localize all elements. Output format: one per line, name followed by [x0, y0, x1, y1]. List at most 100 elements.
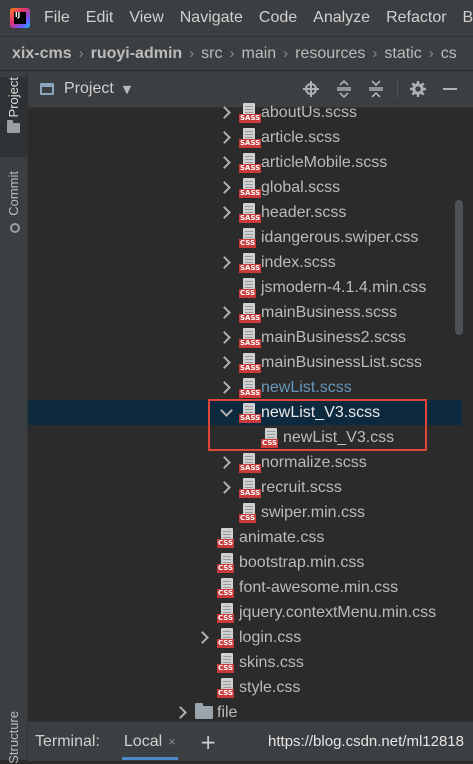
tree-row[interactable]: SASS normalize.scss [28, 450, 462, 475]
css-file-icon: CSS [217, 602, 235, 623]
terminal-label: Terminal: [35, 732, 100, 750]
chevron-right-icon[interactable] [218, 100, 232, 125]
settings-button[interactable] [407, 78, 429, 100]
terminal-tab-local[interactable]: Local × [121, 723, 178, 760]
menu-refactor[interactable]: Refactor [386, 9, 446, 27]
tree-row[interactable]: SASS articleMobile.scss [28, 150, 462, 175]
locate-button[interactable] [300, 78, 322, 100]
sass-file-icon: SASS [239, 402, 262, 423]
menu-navigate[interactable]: Navigate [180, 9, 243, 27]
tree-item-label: swiper.min.css [261, 504, 366, 521]
chevron-right-icon[interactable] [218, 150, 232, 175]
chevron-right-icon[interactable] [174, 700, 188, 720]
menu-view[interactable]: View [129, 9, 163, 27]
tree-row[interactable]: SASS newList.scss [28, 375, 462, 400]
project-view-icon [40, 83, 54, 95]
breadcrumb-item[interactable]: resources [295, 45, 365, 63]
tree-row[interactable]: SASS recruit.scss [28, 475, 462, 500]
menu-build[interactable]: B [463, 9, 473, 27]
tree-row[interactable]: SASS header.scss [28, 200, 462, 225]
chevron-right-icon[interactable] [218, 375, 232, 400]
close-icon[interactable]: × [168, 734, 176, 749]
tree-row[interactable]: CSS login.css [28, 625, 462, 650]
tree-row[interactable]: SASS aboutUs.scss [28, 100, 462, 125]
expand-all-icon [337, 80, 351, 98]
tree-row[interactable]: CSS style.css [28, 675, 462, 700]
menu-code[interactable]: Code [259, 9, 297, 27]
add-terminal-button[interactable]: + [200, 730, 217, 754]
tree-item-label: global.scss [261, 179, 341, 196]
breadcrumb-item[interactable]: static [384, 45, 421, 63]
chevron-right-icon[interactable] [218, 300, 232, 325]
tree-row[interactable]: SASS mainBusinessList.scss [28, 350, 462, 375]
hide-panel-button[interactable] [439, 78, 461, 100]
tree-row[interactable]: CSS swiper.min.css [28, 500, 462, 525]
tree-row[interactable]: SASS global.scss [28, 175, 462, 200]
breadcrumb-item[interactable]: main [241, 45, 276, 63]
breadcrumb-separator: › [283, 45, 289, 62]
tool-tab-label: Structure [6, 711, 21, 764]
tree-row[interactable]: file [28, 700, 462, 720]
tree-item-label: articleMobile.scss [261, 154, 388, 171]
tree-item-label: newList_V3.scss [261, 404, 381, 421]
breadcrumb-separator: › [372, 45, 378, 62]
tree-row[interactable]: CSS font-awesome.min.css [28, 575, 462, 600]
tree-row[interactable]: CSS jsmodern-4.1.4.min.css [28, 275, 462, 300]
sass-file-icon: SASS [239, 177, 262, 198]
tree-row[interactable]: CSS bootstrap.min.css [28, 550, 462, 575]
tree-row[interactable]: CSS newList_V3.css [28, 425, 462, 450]
css-file-icon: CSS [217, 577, 235, 598]
chevron-right-icon[interactable] [196, 625, 210, 650]
collapse-all-button[interactable] [365, 78, 387, 100]
breadcrumb-item[interactable]: cs [441, 45, 457, 63]
tool-tab-commit[interactable]: Commit [0, 171, 27, 233]
menu-analyze[interactable]: Analyze [313, 9, 370, 27]
tree-row[interactable]: CSS idangerous.swiper.css [28, 225, 462, 250]
tree-row[interactable]: CSS jquery.contextMenu.min.css [28, 600, 462, 625]
chevron-right-icon[interactable] [218, 125, 232, 150]
terminal-tool-bar: Terminal: Local × + https://blog.csdn.net… [28, 721, 473, 761]
chevron-right-icon[interactable] [218, 325, 232, 350]
expand-all-button[interactable] [333, 78, 355, 100]
tree-row[interactable]: SASS mainBusiness2.scss [28, 325, 462, 350]
chevron-right-icon[interactable] [218, 350, 232, 375]
chevron-right-icon[interactable] [218, 175, 232, 200]
menu-edit[interactable]: Edit [86, 9, 114, 27]
tree-item-label: mainBusiness2.scss [261, 329, 406, 346]
css-file-icon: CSS [239, 277, 257, 298]
breadcrumb-item[interactable]: src [201, 45, 222, 63]
tree-row[interactable]: SASS index.scss [28, 250, 462, 275]
chevron-right-icon[interactable] [218, 200, 232, 225]
tree-item-label: mainBusinessList.scss [261, 354, 422, 371]
breadcrumb-item[interactable]: xix-cms [12, 45, 72, 63]
chevron-right-icon[interactable] [218, 450, 232, 475]
tree-item-label: recruit.scss [261, 479, 342, 496]
chevron-right-icon[interactable] [218, 250, 232, 275]
tree-item-label: header.scss [261, 204, 347, 221]
breadcrumb-item[interactable]: ruoyi-admin [91, 45, 183, 63]
tree-item-label: mainBusiness.scss [261, 304, 398, 321]
sass-file-icon: SASS [239, 452, 262, 473]
chevron-right-icon[interactable] [218, 475, 232, 500]
commit-icon [6, 222, 21, 233]
triangle-down-icon[interactable]: ▼ [123, 83, 131, 96]
tree-item-label: bootstrap.min.css [239, 554, 365, 571]
tree-item-label: style.css [239, 679, 301, 696]
css-file-icon: CSS [217, 627, 235, 648]
tool-tab-project[interactable]: Project [0, 77, 27, 157]
menu-bar: IJ File Edit View Navigate Code Analyze … [0, 0, 473, 37]
panel-title[interactable]: Project [64, 80, 114, 98]
menu-file[interactable]: File [44, 9, 70, 27]
chevron-down-icon[interactable] [219, 400, 233, 425]
breadcrumb-separator: › [428, 45, 434, 62]
tool-tab-label: Project [6, 77, 21, 118]
folder-icon [195, 703, 213, 719]
tree-row[interactable]: CSS animate.css [28, 525, 462, 550]
tree-scrollbar[interactable] [455, 200, 463, 335]
tree-row[interactable]: SASS mainBusiness.scss [28, 300, 462, 325]
folder-icon [7, 120, 20, 134]
tool-tab-structure[interactable]: Structure [0, 711, 27, 764]
tree-row[interactable]: SASS article.scss [28, 125, 462, 150]
tree-row[interactable]: SASS newList_V3.scss [28, 400, 462, 425]
tree-row[interactable]: CSS skins.css [28, 650, 462, 675]
